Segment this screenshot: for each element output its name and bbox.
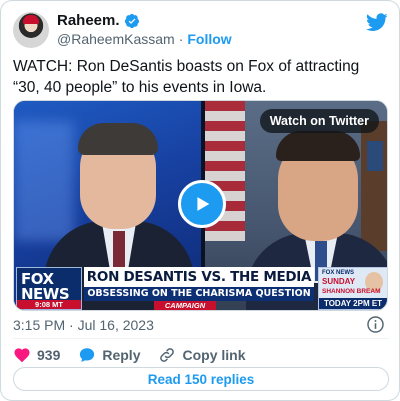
link-icon xyxy=(160,348,175,362)
author-avatar[interactable] xyxy=(13,12,49,48)
host-hair xyxy=(78,123,158,155)
play-button[interactable] xyxy=(178,180,226,228)
guest-hair xyxy=(276,131,360,161)
promo-time: TODAY 2PM ET xyxy=(319,298,387,309)
heart-icon xyxy=(14,348,30,363)
copy-link-label: Copy link xyxy=(182,347,246,363)
book xyxy=(367,141,383,171)
promo-line1: FOX NEWS xyxy=(322,270,355,276)
watch-on-twitter-button[interactable]: Watch on Twitter xyxy=(259,109,379,133)
info-icon[interactable] xyxy=(366,315,385,334)
tweet-text: WATCH: Ron DeSantis boasts on Fox of att… xyxy=(13,58,360,96)
reply-label: Reply xyxy=(102,347,141,363)
twitter-bird-icon[interactable] xyxy=(366,11,388,33)
tweet-timestamp[interactable]: 3:15 PM · Jul 16, 2023 xyxy=(13,317,154,333)
show-promo: FOX NEWS SUNDAY SHANNON BREAM TODAY 2PM … xyxy=(318,267,387,310)
read-replies-button[interactable]: Read 150 replies xyxy=(13,367,389,391)
chyron-subhead: OBSESSING ON THE CHARISMA QUESTION xyxy=(84,287,314,301)
broadcast-time: 9:08 MT xyxy=(17,300,81,309)
handle-separator: · xyxy=(178,31,184,47)
footer-divider xyxy=(13,338,389,339)
studio-light xyxy=(14,121,74,241)
reply-button[interactable]: Reply xyxy=(78,346,140,364)
embedded-tweet-card: Raheem. @RaheemKassam · Follow WATCH: Ro… xyxy=(0,0,400,401)
promo-line3: SHANNON BREAM xyxy=(322,288,381,295)
author-handle-row: @RaheemKassam · Follow xyxy=(57,31,232,47)
chyron-tag: CAMPAIGN BUZZ xyxy=(154,301,216,310)
play-icon xyxy=(197,197,210,211)
promo-line2: SUNDAY xyxy=(322,277,356,286)
author-name-row: Raheem. xyxy=(57,12,140,29)
avatar-hat xyxy=(23,15,39,24)
video-player[interactable]: Watch on Twitter FOX NEWS 9:08 MT RON DE… xyxy=(13,100,388,311)
reply-bubble-icon xyxy=(80,348,95,362)
like-button[interactable]: 939 xyxy=(13,346,60,364)
author-display-name[interactable]: Raheem. xyxy=(57,12,120,29)
copy-link-button[interactable]: Copy link xyxy=(158,346,246,364)
chyron-lower-third: FOX NEWS 9:08 MT RON DESANTIS VS. THE ME… xyxy=(14,265,387,310)
author-handle[interactable]: @RaheemKassam xyxy=(57,31,175,47)
verified-badge-icon xyxy=(124,13,139,28)
chyron-headline: RON DESANTIS VS. THE MEDIA xyxy=(84,267,314,287)
like-count: 939 xyxy=(37,347,61,363)
tweet-actions: 939 Reply Copy link xyxy=(13,345,264,365)
fox-news-logo: FOX NEWS 9:08 MT xyxy=(16,267,82,310)
follow-button[interactable]: Follow xyxy=(187,31,231,47)
